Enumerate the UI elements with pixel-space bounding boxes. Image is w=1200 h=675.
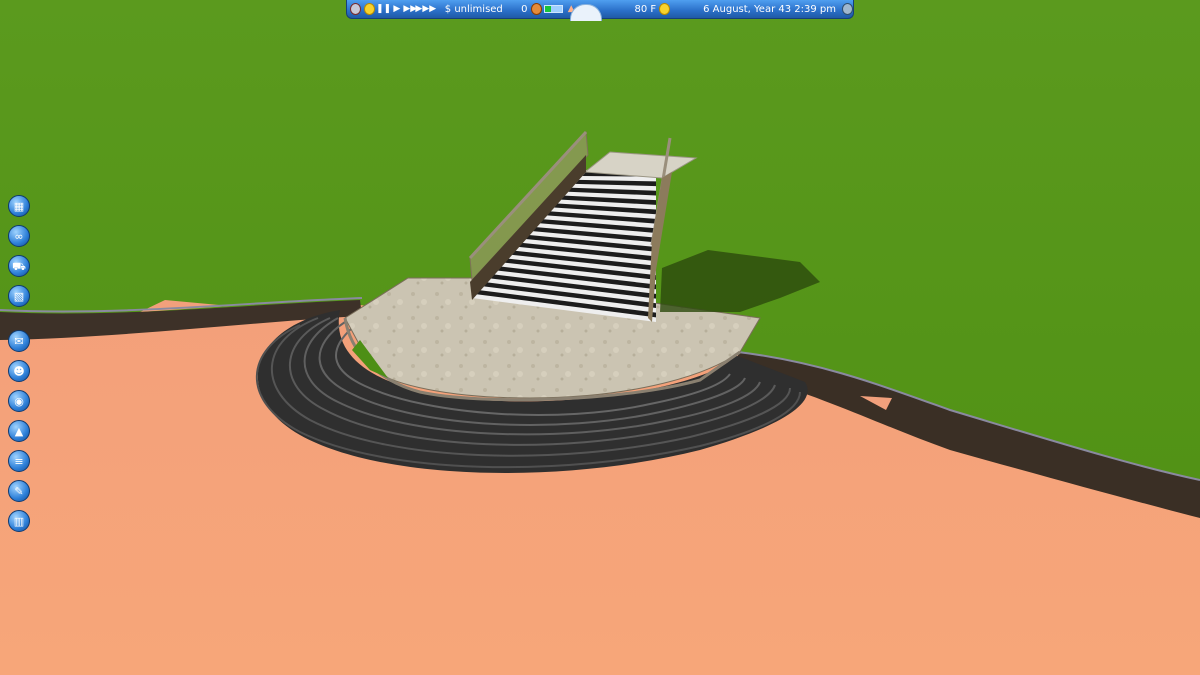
- park-rating-fill: [544, 6, 551, 12]
- guest-count[interactable]: 0: [517, 4, 527, 15]
- park-rating-bar[interactable]: [543, 5, 564, 13]
- rides-icon: ∞: [14, 229, 24, 243]
- options-icon[interactable]: [842, 3, 853, 15]
- park-management-icon: ▦: [13, 199, 25, 213]
- staff-icon: ☻: [13, 364, 25, 378]
- fastest-forward-icon[interactable]: ▶▶▶: [415, 4, 436, 15]
- messages-icon: ✉: [14, 334, 24, 348]
- scenery-icon: ▧: [13, 289, 25, 303]
- fast-forward-icon[interactable]: ▶▶: [403, 4, 417, 15]
- delete-icon: ▥: [13, 514, 25, 528]
- staff-button[interactable]: ☻: [8, 360, 30, 382]
- rides-button[interactable]: ∞: [8, 225, 30, 247]
- park-scene-viewport[interactable]: [0, 0, 1200, 675]
- paths-button[interactable]: ≡: [8, 450, 30, 472]
- pause-icon[interactable]: ❚❚: [376, 4, 391, 15]
- sun-speed-icon[interactable]: [364, 3, 375, 15]
- paths-icon: ≡: [14, 454, 24, 468]
- weather-sun-icon[interactable]: [659, 3, 671, 15]
- camera-icon[interactable]: [350, 3, 361, 15]
- view-options-button[interactable]: ◉: [8, 390, 30, 412]
- terrain-icon: ▲: [14, 424, 24, 438]
- tools-button[interactable]: ✎: [8, 480, 30, 502]
- play-icon[interactable]: ▶: [392, 4, 402, 15]
- temperature-display[interactable]: 80 F: [624, 4, 656, 15]
- guests-icon[interactable]: [530, 3, 542, 15]
- park-management-button[interactable]: ▦: [8, 195, 30, 217]
- shops-stalls-button[interactable]: ⛟: [8, 255, 30, 277]
- shops-stalls-icon: ⛟: [12, 259, 26, 273]
- tools-icon: ✎: [14, 484, 24, 498]
- scenery-button[interactable]: ▧: [8, 285, 30, 307]
- messages-button[interactable]: ✉: [8, 330, 30, 352]
- money-display[interactable]: $ unlimised: [445, 4, 509, 15]
- terrain-button[interactable]: ▲: [8, 420, 30, 442]
- date-time-display[interactable]: 6 August, Year 43 2:39 pm: [703, 4, 836, 15]
- view-options-icon: ◉: [14, 394, 24, 408]
- delete-button[interactable]: ▥: [8, 510, 30, 532]
